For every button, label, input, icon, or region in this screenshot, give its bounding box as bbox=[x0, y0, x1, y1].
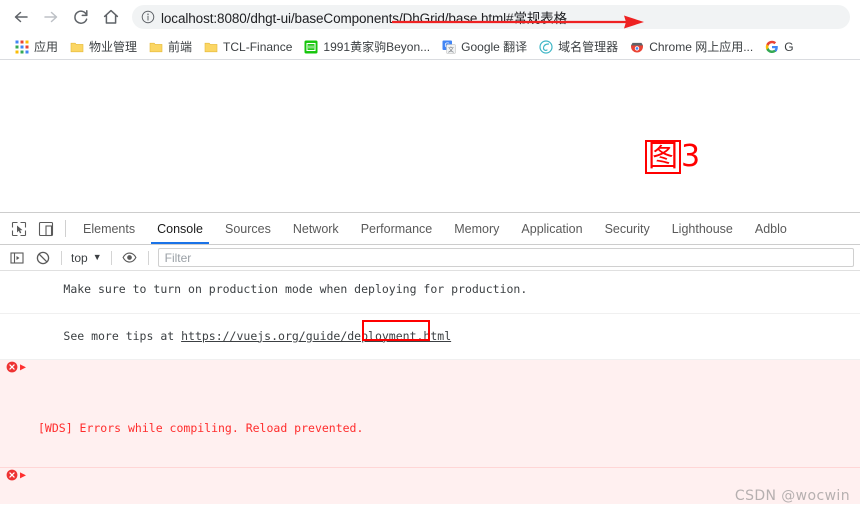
bookmark-domain-manager[interactable]: 域名管理器 bbox=[534, 37, 623, 57]
bookmark-folder-tcl-finance[interactable]: TCL-Finance bbox=[199, 37, 297, 57]
tab-adblock[interactable]: Adblo bbox=[744, 213, 798, 244]
page-viewport: 图3 bbox=[0, 60, 860, 212]
bookmark-label: Google 翻译 bbox=[461, 39, 528, 54]
info-circle-icon[interactable] bbox=[137, 6, 159, 28]
bookmark-label: G bbox=[784, 39, 794, 54]
chevron-down-icon: ▼ bbox=[92, 252, 102, 262]
tab-sources[interactable]: Sources bbox=[214, 213, 282, 244]
filterbar-divider-3 bbox=[147, 250, 149, 265]
bookmark-beyond[interactable]: 1991黄家驹Beyon... bbox=[299, 37, 435, 57]
console-line-text: See more tips at bbox=[63, 328, 182, 343]
back-button[interactable] bbox=[6, 2, 36, 32]
tab-application[interactable]: Application bbox=[510, 213, 593, 244]
console-line-text: Make sure to turn on production mode whe… bbox=[63, 282, 528, 297]
svg-text:文: 文 bbox=[448, 45, 454, 53]
bookmark-label: 前端 bbox=[168, 39, 193, 54]
console-error-wds[interactable]: ▶ [WDS] Errors while compiling. Reload p… bbox=[0, 360, 860, 468]
bookmark-label: 物业管理 bbox=[89, 39, 138, 54]
bookmark-label: Chrome 网上应用... bbox=[649, 39, 754, 54]
toolbar-divider bbox=[65, 220, 66, 237]
figure-annotation-number: 3 bbox=[681, 139, 701, 174]
bookmark-label: 应用 bbox=[34, 39, 59, 54]
expand-triangle-icon[interactable]: ▶ bbox=[20, 468, 26, 483]
devtools-tabbar: Elements Console Sources Network Perform… bbox=[0, 213, 860, 245]
info-glyph bbox=[141, 10, 155, 24]
bookmark-folder-property[interactable]: 物业管理 bbox=[65, 37, 142, 57]
inspect-element-button[interactable] bbox=[5, 213, 32, 244]
device-toolbar-icon bbox=[38, 221, 53, 236]
filterbar-divider bbox=[61, 250, 62, 265]
folder-icon bbox=[149, 42, 163, 52]
figure-annotation-boxed: 图 bbox=[645, 140, 681, 174]
bookmarks-bar: 应用 物业管理 前端 TCL-Finance 1991黄家驹Beyon... 文… bbox=[0, 34, 860, 60]
domain-icon bbox=[539, 39, 553, 54]
arrow-right-icon bbox=[44, 11, 58, 23]
folder-icon bbox=[204, 42, 218, 52]
console-filter-input[interactable]: Filter bbox=[157, 248, 854, 267]
browser-toolbar: localhost:8080/dhgt-ui/baseComponents/Dh… bbox=[0, 0, 860, 34]
home-icon bbox=[103, 9, 119, 24]
tab-memory[interactable]: Memory bbox=[443, 213, 510, 244]
google-icon bbox=[766, 40, 779, 53]
bookmark-label: TCL-Finance bbox=[223, 39, 293, 54]
apps-grid-icon bbox=[15, 40, 29, 53]
console-line-info: Make sure to turn on production mode whe… bbox=[0, 271, 860, 314]
reload-button[interactable] bbox=[66, 2, 96, 32]
csdn-watermark: CSDN @wocwin bbox=[734, 488, 850, 504]
inspect-element-icon bbox=[11, 221, 26, 236]
tab-console[interactable]: Console bbox=[146, 213, 214, 244]
console-filter-toolbar: top ▼ Filter bbox=[0, 245, 860, 271]
vuejs-deployment-link[interactable]: https://vuejs.org/guide/deployment.html bbox=[181, 329, 451, 343]
folder-icon bbox=[70, 42, 84, 52]
clear-console-button[interactable] bbox=[30, 246, 56, 270]
bookmark-google[interactable]: G bbox=[760, 37, 798, 57]
console-log-area[interactable]: Make sure to turn on production mode whe… bbox=[0, 271, 860, 510]
execution-context-label: top bbox=[71, 250, 88, 265]
google-translate-icon: G 文 bbox=[442, 40, 456, 53]
bookmark-folder-frontend[interactable]: 前端 bbox=[144, 37, 197, 57]
tab-lighthouse[interactable]: Lighthouse bbox=[661, 213, 744, 244]
error-circle-icon bbox=[6, 469, 18, 481]
bookmark-google-translate[interactable]: G 文 Google 翻译 bbox=[437, 37, 532, 57]
reload-icon bbox=[74, 10, 88, 24]
tab-security[interactable]: Security bbox=[594, 213, 661, 244]
bookmark-label: 域名管理器 bbox=[558, 39, 619, 54]
chrome-webstore-icon bbox=[631, 42, 644, 52]
filterbar-divider-2 bbox=[110, 250, 112, 265]
console-sidebar-button[interactable] bbox=[4, 246, 30, 270]
live-expression-button[interactable] bbox=[117, 246, 143, 270]
tab-network[interactable]: Network bbox=[282, 213, 350, 244]
console-bottom-strip bbox=[0, 504, 860, 510]
tab-elements[interactable]: Elements bbox=[72, 213, 146, 244]
bookmark-apps[interactable]: 应用 bbox=[10, 37, 63, 57]
address-bar[interactable]: localhost:8080/dhgt-ui/baseComponents/Dh… bbox=[132, 5, 850, 29]
figure-annotation: 图3 bbox=[645, 140, 700, 174]
green-square-icon bbox=[304, 40, 318, 53]
console-sidebar-icon bbox=[10, 251, 24, 264]
tab-performance[interactable]: Performance bbox=[350, 213, 444, 244]
expand-triangle-icon[interactable]: ▶ bbox=[20, 360, 26, 375]
bookmark-chrome-webstore[interactable]: Chrome 网上应用... bbox=[625, 37, 758, 57]
address-bar-url[interactable]: localhost:8080/dhgt-ui/baseComponents/Dh… bbox=[159, 7, 567, 27]
console-line-text: [WDS] Errors while compiling. Reload pre… bbox=[38, 421, 364, 436]
console-line-info-link: See more tips at https://vuejs.org/guide… bbox=[0, 314, 860, 361]
error-circle-icon bbox=[6, 361, 18, 373]
live-expression-eye-icon bbox=[122, 252, 137, 263]
clear-console-icon bbox=[36, 251, 50, 264]
bookmark-label: 1991黄家驹Beyon... bbox=[323, 39, 431, 54]
forward-button[interactable] bbox=[36, 2, 66, 32]
devtools-panel: Elements Console Sources Network Perform… bbox=[0, 212, 860, 510]
execution-context-selector[interactable]: top ▼ bbox=[67, 251, 106, 265]
device-toolbar-button[interactable] bbox=[32, 213, 59, 244]
browser-window: localhost:8080/dhgt-ui/baseComponents/Dh… bbox=[0, 0, 860, 510]
arrow-left-icon bbox=[14, 11, 28, 23]
home-button[interactable] bbox=[96, 2, 126, 32]
